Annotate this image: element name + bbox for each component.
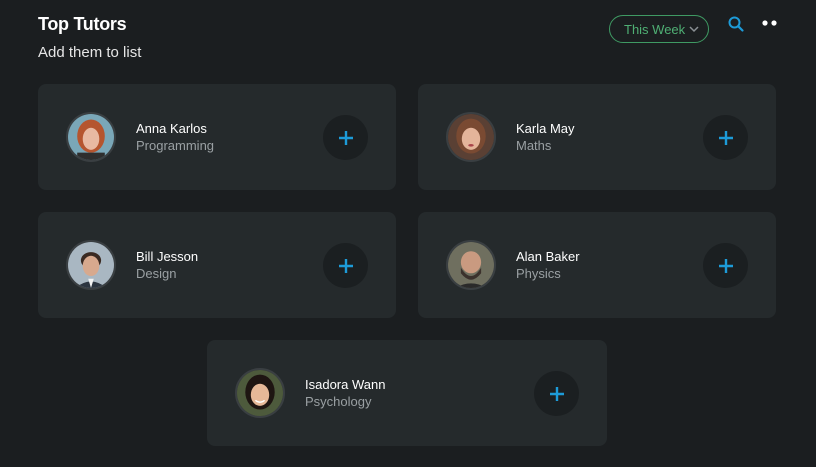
avatar: [66, 240, 116, 290]
page-title: Top Tutors: [38, 14, 127, 34]
chevron-down-icon: [689, 26, 699, 33]
tutor-card-anna-karlos: Anna Karlos Programming: [38, 84, 396, 190]
avatar: [446, 240, 496, 290]
tutor-name: Anna Karlos: [136, 121, 207, 136]
plus-icon: [338, 130, 353, 145]
add-tutor-button[interactable]: [323, 115, 368, 160]
tutor-name: Bill Jesson: [136, 249, 199, 264]
tutor-name: Isadora Wann: [305, 377, 386, 392]
tutor-card-alan-baker: Alan Baker Physics: [418, 212, 776, 318]
tutor-card-isadora-wann: Isadora Wann Psychology: [207, 340, 607, 446]
tutor-subject: Design: [136, 266, 177, 281]
add-tutor-button[interactable]: [323, 243, 368, 288]
period-select-value: This Week: [624, 21, 686, 37]
plus-icon: [718, 258, 733, 273]
avatar: [235, 368, 285, 418]
add-tutor-button[interactable]: [703, 243, 748, 288]
tutor-subject: Maths: [516, 138, 552, 153]
plus-icon: [718, 130, 733, 145]
add-tutor-button[interactable]: [534, 371, 579, 416]
plus-icon: [338, 258, 353, 273]
page-subtitle: Add them to list: [38, 44, 142, 61]
plus-icon: [549, 386, 564, 401]
more-dots-icon[interactable]: [760, 17, 780, 29]
search-icon[interactable]: [727, 15, 745, 33]
tutor-subject: Programming: [136, 138, 215, 153]
avatar: [446, 112, 496, 162]
period-select[interactable]: This Week: [609, 15, 709, 43]
tutor-subject: Psychology: [305, 394, 372, 409]
tutor-subject: Physics: [516, 266, 561, 281]
tutor-name: Karla May: [516, 121, 575, 136]
tutor-card-karla-may: Karla May Maths: [418, 84, 776, 190]
tutor-name: Alan Baker: [516, 249, 580, 264]
avatar: [66, 112, 116, 162]
add-tutor-button[interactable]: [703, 115, 748, 160]
tutor-card-bill-jesson: Bill Jesson Design: [38, 212, 396, 318]
